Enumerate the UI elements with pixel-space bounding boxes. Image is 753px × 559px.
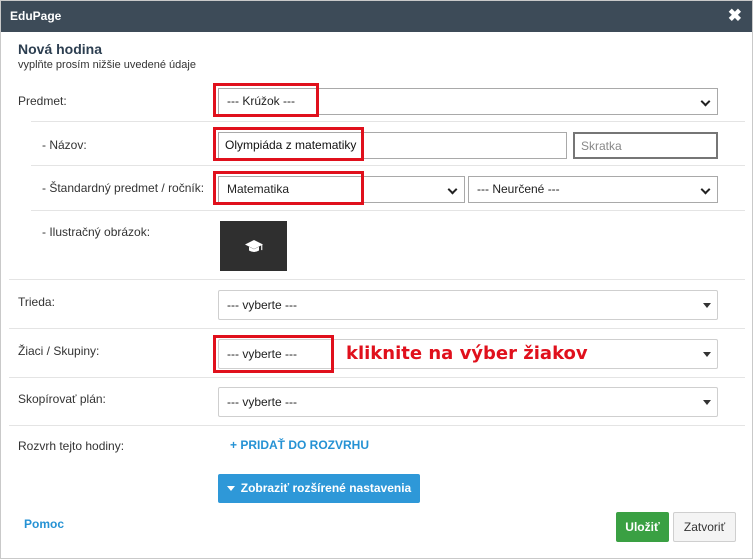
add-to-schedule-link[interactable]: + PRIDAŤ DO ROZVRHU xyxy=(230,438,369,452)
standard-subject-value: Matematika xyxy=(227,182,290,196)
copy-plan-value: --- vyberte --- xyxy=(227,395,297,409)
class-select-value: --- vyberte --- xyxy=(227,298,297,312)
class-select[interactable]: --- vyberte --- xyxy=(218,290,718,320)
caret-down-icon xyxy=(703,400,711,405)
students-select-value: --- vyberte --- xyxy=(227,347,297,361)
divider xyxy=(31,121,745,122)
caret-down-icon xyxy=(703,352,711,357)
students-label: Žiaci / Skupiny: xyxy=(18,344,100,358)
class-label: Trieda: xyxy=(18,295,55,309)
annotation-text: kliknite na výber žiakov xyxy=(346,343,588,364)
show-advanced-settings-button[interactable]: Zobraziť rozšírené nastavenia xyxy=(218,474,420,503)
copy-plan-label: Skopírovať plán: xyxy=(18,392,106,406)
chevron-down-icon xyxy=(700,96,711,107)
image-label: - Ilustračný obrázok: xyxy=(42,225,151,239)
standard-subject-select[interactable]: Matematika xyxy=(218,176,465,203)
subject-select-value: --- Krúžok --- xyxy=(227,94,295,108)
help-link[interactable]: Pomoc xyxy=(24,517,64,531)
standard-subject-label: - Štandardný predmet / ročník: xyxy=(42,181,205,195)
save-button[interactable]: Uložiť xyxy=(616,512,669,542)
divider xyxy=(9,328,745,329)
divider xyxy=(9,279,745,280)
app-title: EduPage xyxy=(10,9,62,23)
graduation-cap-icon xyxy=(245,240,263,252)
name-label: - Názov: xyxy=(42,138,87,152)
caret-down-icon xyxy=(226,486,235,492)
copy-plan-select[interactable]: --- vyberte --- xyxy=(218,387,718,417)
advanced-settings-label: Zobraziť rozšírené nastavenia xyxy=(240,481,412,495)
divider xyxy=(31,165,745,166)
schedule-label: Rozvrh tejto hodiny: xyxy=(18,439,125,453)
title-bar: EduPage ✖ xyxy=(1,1,752,32)
divider xyxy=(31,210,745,211)
short-name-input[interactable]: Skratka xyxy=(573,132,718,159)
dialog-subtitle: vyplňte prosím nižšie uvedené údaje xyxy=(18,59,196,71)
chevron-down-icon xyxy=(700,184,711,195)
close-button[interactable]: Zatvoriť xyxy=(673,512,736,542)
illustration-image[interactable] xyxy=(220,221,287,271)
divider xyxy=(9,377,745,378)
grade-select[interactable]: --- Neurčené --- xyxy=(468,176,718,203)
subject-select[interactable]: --- Krúžok --- xyxy=(218,88,718,115)
caret-down-icon xyxy=(703,303,711,308)
close-icon[interactable]: ✖ xyxy=(728,6,742,26)
name-input[interactable]: Olympiáda z matematiky xyxy=(218,132,567,159)
grade-select-value: --- Neurčené --- xyxy=(477,182,560,196)
dialog-title: Nová hodina xyxy=(18,41,103,57)
divider xyxy=(9,425,745,426)
new-lesson-dialog: EduPage ✖ Nová hodina vyplňte prosím niž… xyxy=(0,0,753,559)
chevron-down-icon xyxy=(447,184,458,195)
subject-label: Predmet: xyxy=(18,94,67,108)
